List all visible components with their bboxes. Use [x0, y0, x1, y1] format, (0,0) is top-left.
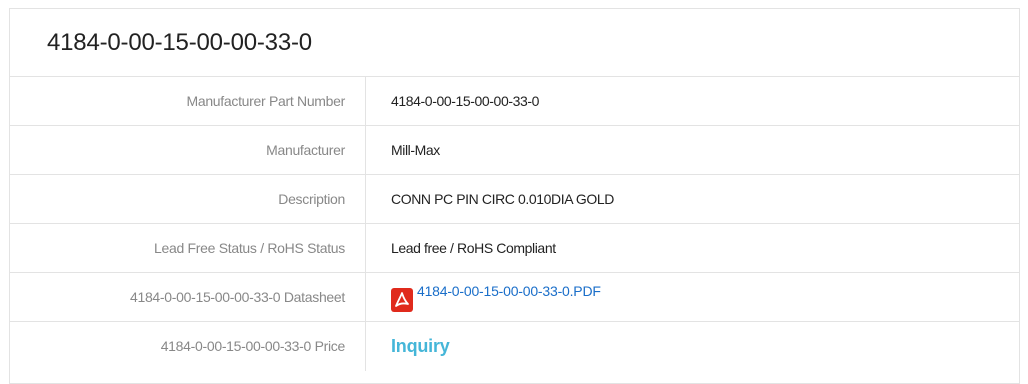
row-value: 4184-0-00-15-00-00-33-0.PDF — [366, 273, 1019, 321]
row-label: 4184-0-00-15-00-00-33-0 Datasheet — [10, 273, 366, 321]
row-value: CONN PC PIN CIRC 0.010DIA GOLD — [391, 190, 614, 207]
row-label: Manufacturer Part Number — [10, 77, 366, 125]
row-label: Description — [10, 175, 366, 223]
pdf-icon[interactable] — [391, 288, 413, 312]
row-value: Mill-Max — [391, 141, 440, 158]
row-datasheet: 4184-0-00-15-00-00-33-0 Datasheet 4184-0… — [10, 273, 1019, 322]
datasheet-link[interactable]: 4184-0-00-15-00-00-33-0.PDF — [417, 267, 601, 316]
row-label: Manufacturer — [10, 126, 366, 174]
row-description: Description CONN PC PIN CIRC 0.010DIA GO… — [10, 175, 1019, 224]
row-label: Lead Free Status / RoHS Status — [10, 224, 366, 272]
row-price: 4184-0-00-15-00-00-33-0 Price Inquiry — [10, 322, 1019, 371]
row-manufacturer-part-number: Manufacturer Part Number 4184-0-00-15-00… — [10, 77, 1019, 126]
part-details-card: 4184-0-00-15-00-00-33-0 Manufacturer Par… — [9, 8, 1020, 384]
row-manufacturer: Manufacturer Mill-Max — [10, 126, 1019, 175]
row-label: 4184-0-00-15-00-00-33-0 Price — [10, 322, 366, 371]
inquiry-link[interactable]: Inquiry — [391, 322, 450, 371]
part-title: 4184-0-00-15-00-00-33-0 — [10, 9, 1019, 77]
row-value: Inquiry — [366, 322, 1019, 371]
row-value: Lead free / RoHS Compliant — [391, 239, 556, 256]
row-value: 4184-0-00-15-00-00-33-0 — [391, 92, 540, 109]
